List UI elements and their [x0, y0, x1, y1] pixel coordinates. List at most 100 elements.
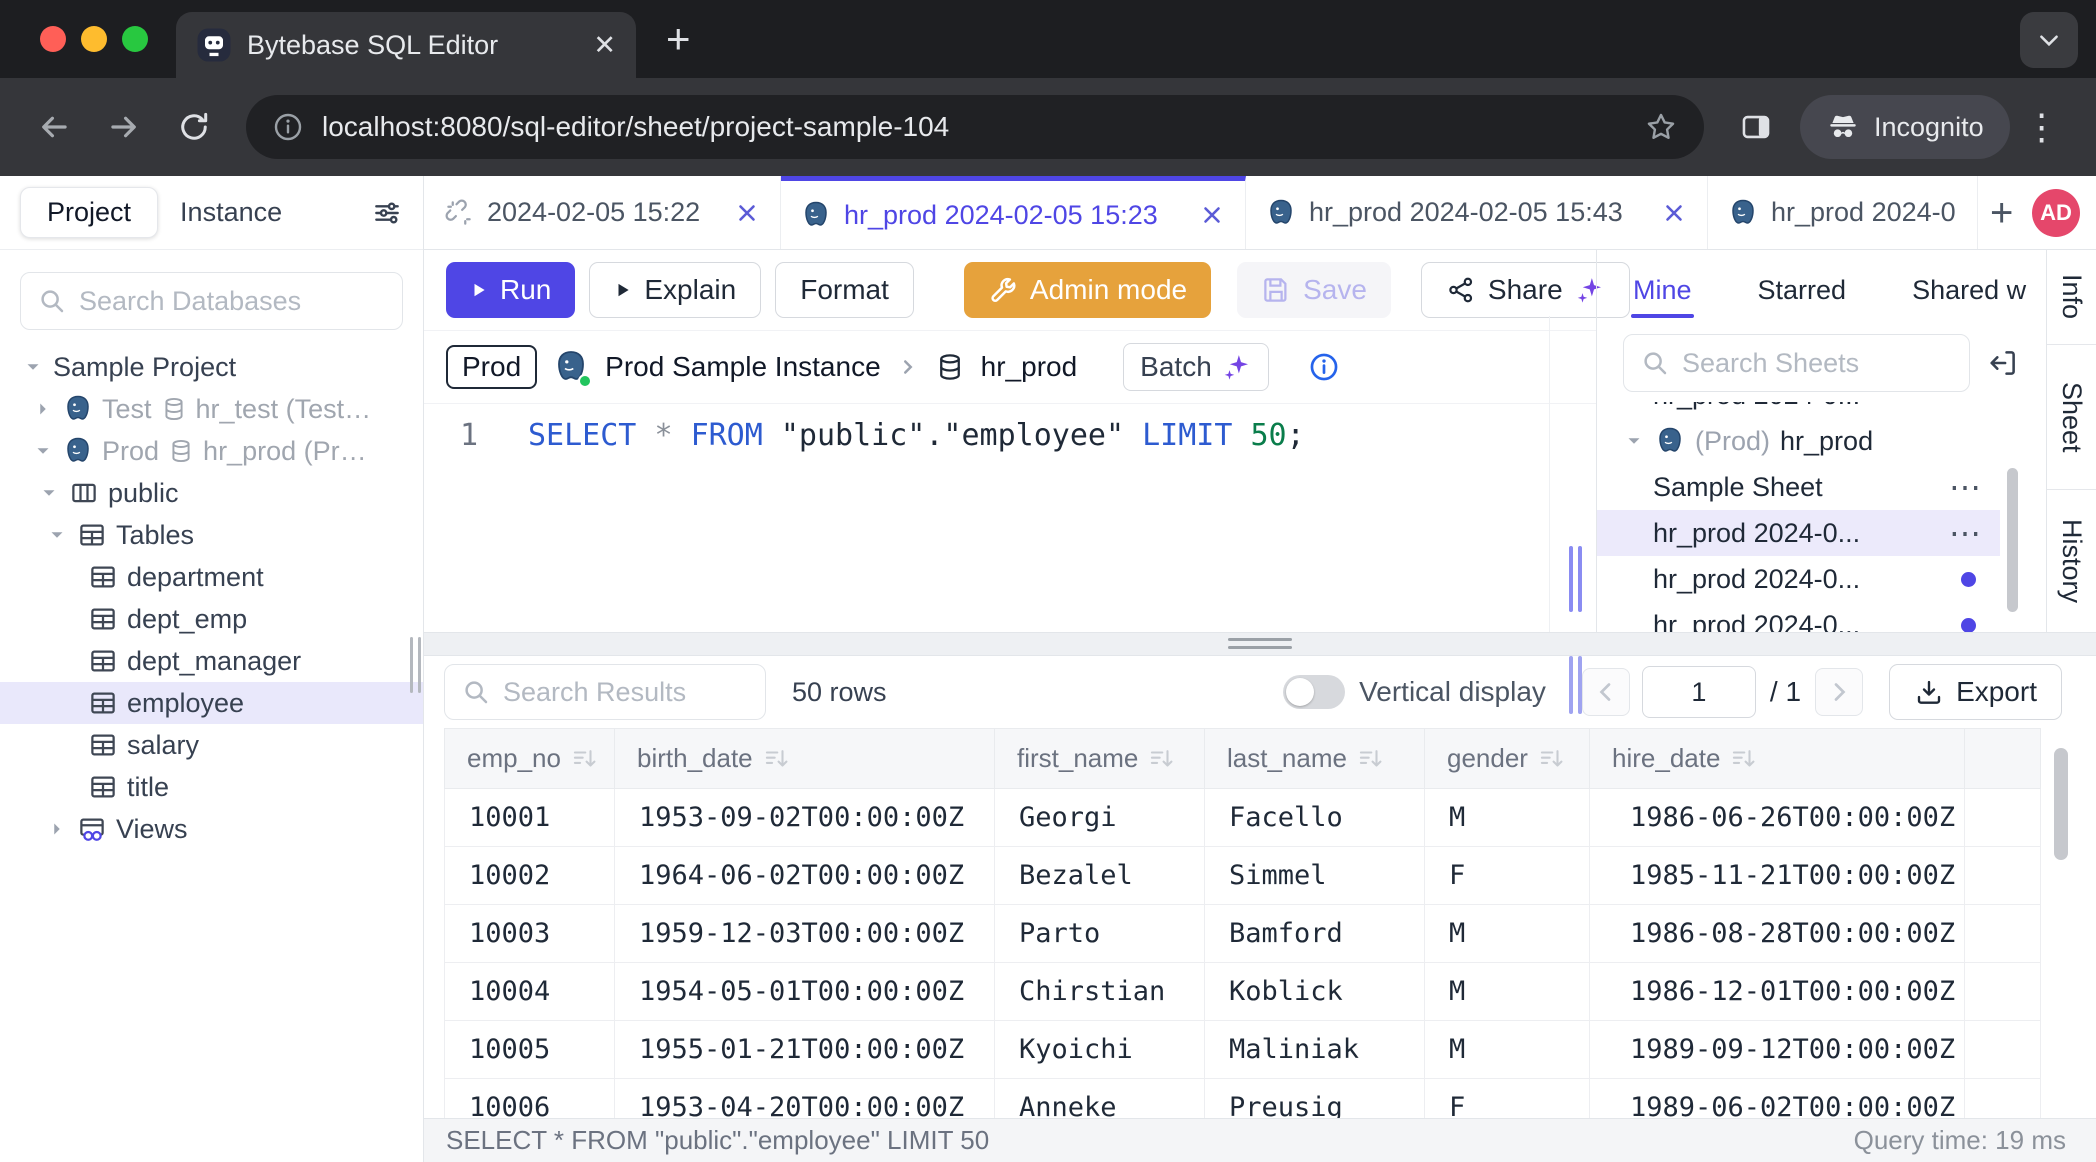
user-avatar[interactable]: AD [2032, 189, 2080, 237]
caret-down-icon[interactable] [22, 356, 44, 378]
tree-item-test[interactable]: Testhr_test (Test… [0, 388, 423, 430]
tree-item-salary[interactable]: salary [0, 724, 423, 766]
browser-menu-button[interactable]: ⋮ [2024, 106, 2060, 148]
sheet-tab[interactable]: hr_prod 2024-02-05 15:43 [1246, 176, 1708, 249]
close-tab-button[interactable] [1661, 200, 1687, 226]
caret-right-icon[interactable] [46, 818, 68, 840]
prev-page-button[interactable] [1582, 668, 1630, 716]
tree-item-public[interactable]: public [0, 472, 423, 514]
column-header-last_name[interactable]: last_name [1205, 729, 1425, 789]
column-header-gender[interactable]: gender [1425, 729, 1590, 789]
window-minimize-button[interactable] [81, 26, 107, 52]
results-search[interactable] [444, 664, 766, 720]
tree-item-sample-project[interactable]: Sample Project [0, 346, 423, 388]
caret-down-icon[interactable] [32, 440, 54, 462]
tree-item-dept-manager[interactable]: dept_manager [0, 640, 423, 682]
side-panel-button[interactable] [1728, 99, 1784, 155]
window-close-button[interactable] [40, 26, 66, 52]
url-text[interactable]: localhost:8080/sql-editor/sheet/project-… [322, 111, 1626, 143]
sort-icon[interactable] [1357, 746, 1383, 772]
sort-icon[interactable] [1148, 746, 1174, 772]
sheet-item[interactable]: hr_prod 2024-0...⋯ [1597, 510, 2000, 556]
sheet-item-partial[interactable]: hr_prod 2024-0... [1597, 402, 2000, 418]
admin-mode-button[interactable]: Admin mode [964, 262, 1211, 318]
table-row[interactable]: 100061953-04-20T00:00:00ZAnnekePreusigF1… [445, 1079, 2041, 1119]
tree-item-views[interactable]: Views [0, 808, 423, 850]
tab-search-button[interactable] [2020, 12, 2078, 68]
sql-code-line[interactable]: SELECT * FROM "public"."employee" LIMIT … [528, 418, 1305, 632]
database-name[interactable]: hr_prod [981, 351, 1078, 383]
next-page-button[interactable] [1815, 668, 1863, 716]
splitter-grip[interactable] [1228, 638, 1292, 649]
results-scrollbar[interactable] [2054, 748, 2068, 860]
forward-button[interactable] [96, 99, 152, 155]
table-row[interactable]: 100011953-09-02T00:00:00ZGeorgiFacelloM1… [445, 789, 2041, 847]
reload-button[interactable] [166, 99, 222, 155]
sheet-tab[interactable]: 2024-02-05 15:22 [424, 176, 781, 249]
batch-button[interactable]: Batch [1123, 343, 1269, 391]
tab-history[interactable]: History [2047, 490, 2096, 632]
caret-right-icon[interactable] [32, 398, 54, 420]
save-button[interactable]: Save [1237, 262, 1391, 318]
browser-tab-close-icon[interactable]: ✕ [593, 30, 616, 61]
instance-name[interactable]: Prod Sample Instance [605, 351, 881, 383]
info-icon[interactable] [1307, 350, 1341, 384]
page-number-input[interactable] [1642, 666, 1756, 718]
tree-item-prod[interactable]: Prodhr_prod (Pr… [0, 430, 423, 472]
sheet-item[interactable]: Sample Sheet⋯ [1597, 464, 2000, 510]
caret-down-icon[interactable] [1623, 430, 1645, 452]
collapse-panel-icon[interactable] [1986, 346, 2020, 380]
tree-item-tables[interactable]: Tables [0, 514, 423, 556]
sheet-search-input[interactable] [1682, 348, 1953, 379]
window-zoom-button[interactable] [122, 26, 148, 52]
tab-sheet[interactable]: Sheet [2047, 345, 2096, 491]
sort-icon[interactable] [571, 746, 597, 772]
sheet-item[interactable]: hr_prod 2024-0... [1597, 556, 2000, 602]
sheet-tab[interactable]: hr_prod 2024-02-05 15:23 [781, 176, 1246, 249]
sidebar-resize-handle[interactable] [410, 637, 421, 693]
close-tab-button[interactable] [1199, 202, 1225, 228]
tab-info[interactable]: Info [2047, 250, 2096, 345]
format-button[interactable]: Format [775, 262, 914, 318]
sheet-tab[interactable]: hr_prod 2024-0 [1708, 176, 1978, 249]
tab-starred[interactable]: Starred [1756, 257, 1849, 324]
filter-settings-button[interactable] [371, 197, 403, 229]
sheet-item[interactable]: hr_prod 2024-0... [1597, 602, 2000, 632]
tab-instance[interactable]: Instance [158, 188, 304, 237]
site-info-icon[interactable] [272, 111, 304, 143]
sql-editor[interactable]: 1 SELECT * FROM "public"."employee" LIMI… [424, 404, 1596, 632]
new-browser-tab-button[interactable]: + [666, 18, 691, 60]
run-button[interactable]: Run [446, 262, 575, 318]
tab-mine[interactable]: Mine [1631, 257, 1694, 324]
close-tab-button[interactable] [734, 200, 760, 226]
bookmark-star-icon[interactable] [1644, 110, 1678, 144]
caret-down-icon[interactable] [38, 482, 60, 504]
results-search-input[interactable] [503, 677, 749, 708]
table-row[interactable]: 100051955-01-21T00:00:00ZKyoichiMaliniak… [445, 1021, 2041, 1079]
caret-down-icon[interactable] [46, 524, 68, 546]
export-button[interactable]: Export [1889, 664, 2062, 720]
sort-icon[interactable] [1538, 746, 1564, 772]
tab-shared-with-me[interactable]: Shared w [1910, 257, 2028, 324]
tab-project[interactable]: Project [20, 187, 158, 238]
panel-resize-handle[interactable] [1569, 546, 1582, 612]
column-header-birth_date[interactable]: birth_date [615, 729, 995, 789]
vertical-display-toggle[interactable] [1283, 675, 1345, 709]
table-row[interactable]: 100031959-12-03T00:00:00ZPartoBamfordM19… [445, 905, 2041, 963]
database-search[interactable] [20, 272, 403, 330]
sort-icon[interactable] [763, 746, 789, 772]
sheet-list-scrollbar[interactable] [2007, 468, 2018, 612]
column-header-first_name[interactable]: first_name [995, 729, 1205, 789]
table-row[interactable]: 100021964-06-02T00:00:00ZBezalelSimmelF1… [445, 847, 2041, 905]
sheet-group[interactable]: (Prod)hr_prod [1597, 418, 2000, 464]
tree-item-employee[interactable]: employee [0, 682, 423, 724]
tree-item-department[interactable]: department [0, 556, 423, 598]
sheet-search[interactable] [1623, 334, 1970, 392]
address-bar[interactable]: localhost:8080/sql-editor/sheet/project-… [246, 95, 1704, 159]
database-search-input[interactable] [79, 286, 386, 317]
sort-icon[interactable] [1730, 746, 1756, 772]
column-header-hire_date[interactable]: hire_date [1590, 729, 1965, 789]
tree-item-title[interactable]: title [0, 766, 423, 808]
new-sheet-tab-button[interactable]: + [1990, 193, 2013, 233]
back-button[interactable] [26, 99, 82, 155]
